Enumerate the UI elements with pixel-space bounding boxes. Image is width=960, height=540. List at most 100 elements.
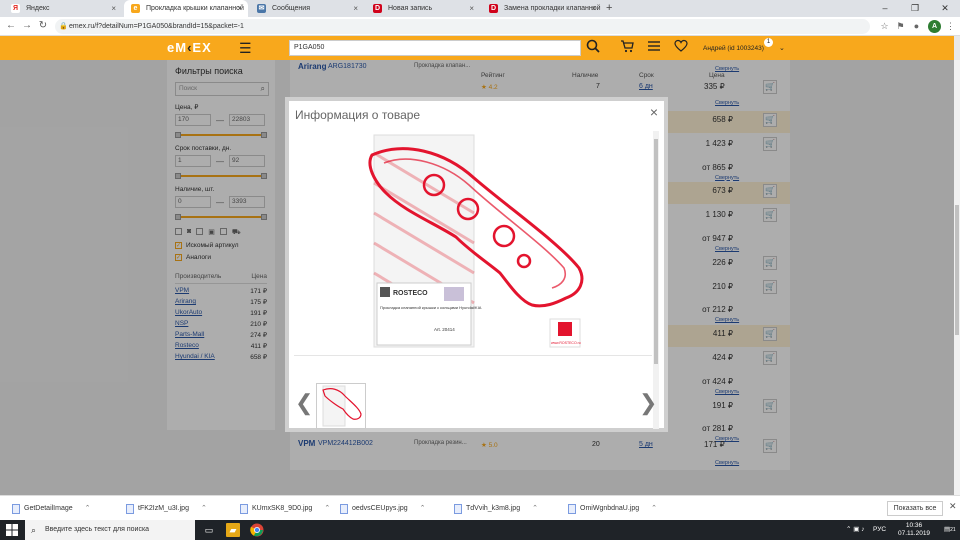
product-info-modal: Информация о товаре × ROSTECO Прокладка … (285, 97, 668, 432)
tab-title: Яндекс (26, 5, 50, 12)
download-filename: tFK2IzM_u3I.jpg (138, 505, 189, 512)
notification-badge: 1 (764, 38, 773, 47)
prev-image-arrow[interactable]: ❮ (295, 390, 313, 416)
menu-dots-icon[interactable]: ⋮ (944, 20, 957, 33)
address-bar: ← → ↻ 🔒 emex.ru/f?detailNum=P1GA050&bran… (0, 17, 960, 36)
url-text: emex.ru/f?detailNum=P1GA050&brandId=15&p… (69, 23, 244, 30)
user-name[interactable]: Андрей (id 1003243) (703, 45, 764, 52)
modal-scrollbar[interactable] (653, 131, 659, 429)
star-icon[interactable]: ☆ (878, 20, 891, 33)
emex-logo[interactable]: eM‹EX (167, 40, 212, 55)
chrome-icon[interactable] (250, 523, 264, 537)
windows-start-icon[interactable] (6, 524, 18, 536)
tray-icons[interactable]: ⌃ ▣ ♪ (846, 520, 864, 540)
taskbar-search-input[interactable]: ⌕ Введите здесь текст для поиска (25, 520, 195, 540)
downloads-bar: GetDetailImage ⌃ tFK2IzM_u3I.jpg ⌃ KUmxSK8_9… (0, 495, 960, 520)
chevron-up-icon[interactable]: ⌃ (420, 505, 426, 512)
download-item[interactable]: GetDetailImage ⌃ (10, 496, 91, 521)
download-filename: TdVvih_k3m8.jpg (466, 505, 521, 512)
window-close-button[interactable]: ✕ (930, 0, 960, 17)
tab-title: Новая запись (388, 5, 433, 12)
show-all-downloads-button[interactable]: Показать все (887, 501, 943, 516)
next-image-arrow[interactable]: ❯ (639, 390, 657, 416)
tab-yandex[interactable]: Я Яндекс × (4, 0, 122, 17)
tab-title: Замена прокладки клапанной (504, 5, 601, 12)
drive2-icon: D (489, 4, 498, 13)
messages-icon: ✉ (257, 4, 266, 13)
chevron-down-icon[interactable]: ⌄ (779, 44, 785, 52)
close-icon[interactable]: × (591, 0, 596, 17)
chevron-up-icon[interactable]: ⌃ (324, 505, 330, 512)
search-icon[interactable] (586, 39, 600, 56)
drive2-icon: D (373, 4, 382, 13)
search-input[interactable]: P1GA050 (289, 40, 581, 56)
browser-tab-bar: Я Яндекс × e Прокладка крышки клапанной … (0, 0, 960, 17)
product-image-view[interactable]: ROSTECO Прокладка клапанной крышки с кол… (294, 133, 654, 355)
close-icon[interactable]: × (469, 0, 474, 17)
tab-emex[interactable]: e Прокладка крышки клапанной × (124, 0, 248, 17)
download-filename: OmiWgnbdnaU.jpg (580, 505, 640, 512)
download-filename: KUmxSK8_9D0.jpg (252, 505, 313, 512)
page-scrollbar[interactable] (954, 60, 960, 495)
heart-icon[interactable] (674, 39, 688, 56)
site-url: www.ROSTECO.ru (551, 341, 581, 345)
download-item[interactable]: oedvsCEUpys.jpg ⌃ (338, 496, 426, 521)
file-icon (126, 504, 134, 514)
url-field[interactable]: 🔒 emex.ru/f?detailNum=P1GA050&brandId=15… (55, 19, 870, 34)
tab-replacement[interactable]: D Замена прокладки клапанной × (482, 0, 602, 17)
tab-title: Сообщения (272, 5, 310, 12)
new-tab-button[interactable]: + (606, 0, 612, 17)
back-arrow-icon[interactable]: ← (4, 18, 18, 34)
minimize-button[interactable]: – (870, 0, 900, 17)
close-icon[interactable]: × (237, 0, 242, 17)
forward-arrow-icon[interactable]: → (20, 18, 34, 34)
modal-title: Информация о товаре (295, 108, 421, 122)
chevron-up-icon[interactable]: ⌃ (85, 505, 91, 512)
file-icon (568, 504, 576, 514)
package-art: Art. 20414 (434, 327, 455, 332)
download-item[interactable]: OmiWgnbdnaU.jpg ⌃ (566, 496, 657, 521)
close-icon[interactable]: × (650, 104, 658, 120)
chevron-up-icon[interactable]: ⌃ (201, 505, 207, 512)
download-filename: oedvsCEUpys.jpg (352, 505, 408, 512)
file-icon (454, 504, 462, 514)
close-icon[interactable]: ✕ (949, 501, 957, 512)
maximize-button[interactable]: ❐ (900, 0, 930, 17)
list-icon[interactable] (647, 39, 661, 56)
translate-icon[interactable]: ⚑ (894, 20, 907, 33)
package-desc: Прокладка клапанной крышки с кольцами Hy… (380, 305, 482, 310)
file-explorer-icon[interactable]: ▰ (226, 523, 240, 537)
reload-icon[interactable]: ↻ (36, 18, 50, 34)
file-icon (240, 504, 248, 514)
download-item[interactable]: TdVvih_k3m8.jpg ⌃ (452, 496, 538, 521)
chevron-up-icon[interactable]: ⌃ (651, 505, 657, 512)
extension-icon[interactable]: ● (910, 20, 923, 33)
download-item[interactable]: KUmxSK8_9D0.jpg ⌃ (238, 496, 330, 521)
search-icon: ⌕ (31, 525, 37, 535)
site-header: eM‹EX ☰ P1GA050 Андрей (id 1003243) 1 ⌄ (0, 36, 954, 60)
notifications-icon[interactable]: ▤21 (944, 520, 956, 540)
tab-new-post[interactable]: D Новая запись × (366, 0, 480, 17)
menu-hamburger-icon[interactable]: ☰ (239, 40, 252, 57)
modal-divider (294, 355, 652, 356)
gasket-product-image: ROSTECO Прокладка клапанной крышки с кол… (368, 134, 584, 348)
profile-avatar[interactable]: A (928, 20, 941, 33)
tab-title: Прокладка крышки клапанной (146, 5, 244, 12)
image-thumbnail[interactable] (316, 383, 366, 429)
task-view-icon[interactable]: ▭ (202, 523, 216, 537)
system-clock[interactable]: 10:36 07.11.2019 (898, 522, 930, 538)
input-language[interactable]: РУС (873, 520, 886, 540)
close-icon[interactable]: × (353, 0, 358, 17)
emex-icon: e (131, 4, 140, 13)
package-brand: ROSTECO (393, 290, 428, 297)
yandex-icon: Я (11, 4, 20, 13)
tab-messages[interactable]: ✉ Сообщения × (250, 0, 364, 17)
download-item[interactable]: tFK2IzM_u3I.jpg ⌃ (124, 496, 207, 521)
download-filename: GetDetailImage (24, 505, 73, 512)
windows-taskbar: ⌕ Введите здесь текст для поиска ▭ ▰ ⌃ ▣… (0, 520, 960, 540)
cart-icon[interactable] (620, 39, 634, 56)
file-icon (12, 504, 20, 514)
close-icon[interactable]: × (111, 0, 116, 17)
lock-icon: 🔒 (59, 23, 68, 30)
chevron-up-icon[interactable]: ⌃ (532, 505, 538, 512)
